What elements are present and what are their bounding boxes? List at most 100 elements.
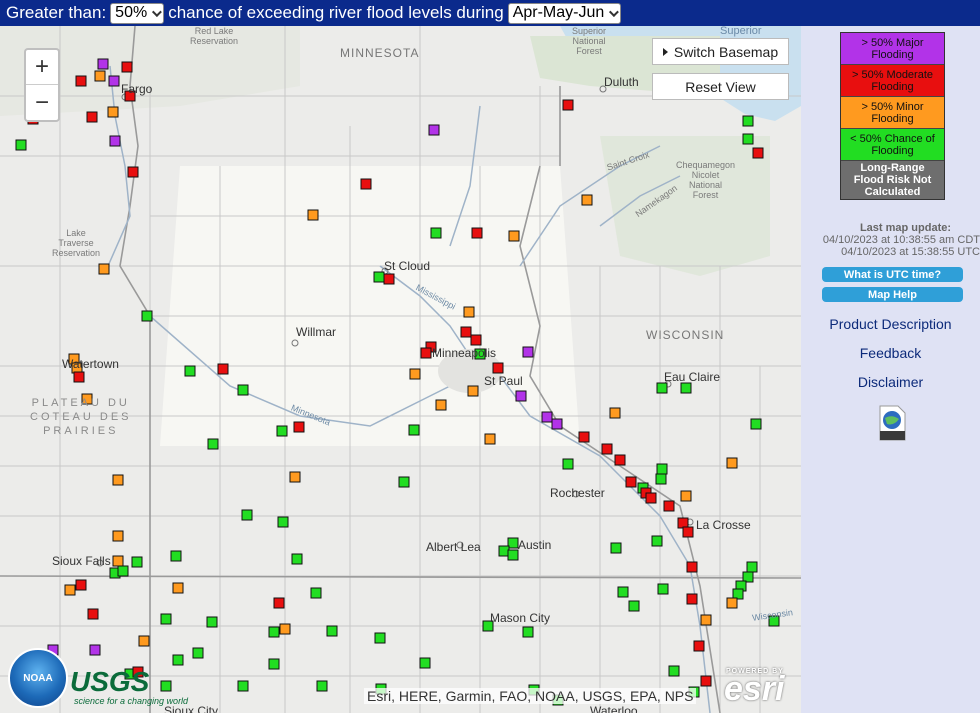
- gauge-marker-minor[interactable]: [409, 368, 421, 380]
- gauge-marker-minor[interactable]: [279, 623, 291, 635]
- gauge-marker-moderate[interactable]: [127, 166, 139, 178]
- gauge-marker-minor[interactable]: [484, 433, 496, 445]
- gauge-marker-moderate[interactable]: [663, 500, 675, 512]
- gauge-marker-low-chance[interactable]: [141, 310, 153, 322]
- gauge-marker-low-chance[interactable]: [655, 473, 667, 485]
- gauge-marker-moderate[interactable]: [73, 371, 85, 383]
- gauge-marker-major[interactable]: [515, 390, 527, 402]
- gauge-marker-low-chance[interactable]: [419, 657, 431, 669]
- gauge-marker-minor[interactable]: [680, 490, 692, 502]
- gauge-marker-low-chance[interactable]: [15, 139, 27, 151]
- gauge-marker-minor[interactable]: [463, 306, 475, 318]
- gauge-marker-minor[interactable]: [307, 209, 319, 221]
- gauge-marker-low-chance[interactable]: [277, 516, 289, 528]
- gauge-marker-low-chance[interactable]: [131, 556, 143, 568]
- gauge-marker-moderate[interactable]: [682, 526, 694, 538]
- gauge-marker-moderate[interactable]: [460, 326, 472, 338]
- gauge-marker-minor[interactable]: [112, 530, 124, 542]
- gauge-marker-major[interactable]: [89, 644, 101, 656]
- gauge-marker-low-chance[interactable]: [374, 632, 386, 644]
- gauge-marker-major[interactable]: [541, 411, 553, 423]
- gauge-marker-low-chance[interactable]: [184, 365, 196, 377]
- gauge-marker-moderate[interactable]: [752, 147, 764, 159]
- gauge-marker-low-chance[interactable]: [628, 600, 640, 612]
- gauge-marker-low-chance[interactable]: [268, 626, 280, 638]
- gauge-marker-minor[interactable]: [435, 399, 447, 411]
- gauge-marker-low-chance[interactable]: [750, 418, 762, 430]
- gauge-marker-low-chance[interactable]: [408, 424, 420, 436]
- gauge-marker-moderate[interactable]: [217, 363, 229, 375]
- gauge-marker-low-chance[interactable]: [207, 438, 219, 450]
- gauge-marker-low-chance[interactable]: [656, 463, 668, 475]
- gauge-marker-moderate[interactable]: [686, 561, 698, 573]
- gauge-marker-moderate[interactable]: [121, 61, 133, 73]
- gauge-marker-moderate[interactable]: [75, 75, 87, 87]
- reset-view-button[interactable]: Reset View: [652, 73, 789, 100]
- gauge-marker-minor[interactable]: [94, 70, 106, 82]
- gauge-marker-moderate[interactable]: [470, 334, 482, 346]
- gauge-marker-moderate[interactable]: [562, 99, 574, 111]
- map-help-button[interactable]: Map Help: [822, 287, 963, 302]
- flood-map[interactable]: MINNESOTA WISCONSIN Red Lake Reservation…: [0, 26, 801, 713]
- gauge-marker-major[interactable]: [522, 346, 534, 358]
- gauge-marker-moderate[interactable]: [360, 178, 372, 190]
- gauge-marker-minor[interactable]: [508, 230, 520, 242]
- gauge-marker-moderate[interactable]: [420, 347, 432, 359]
- gauge-marker-low-chance[interactable]: [742, 115, 754, 127]
- gauge-marker-low-chance[interactable]: [160, 613, 172, 625]
- gauge-marker-moderate[interactable]: [601, 443, 613, 455]
- gauge-marker-minor[interactable]: [98, 263, 110, 275]
- gauge-marker-major[interactable]: [109, 135, 121, 147]
- gauge-marker-low-chance[interactable]: [668, 665, 680, 677]
- gauge-marker-low-chance[interactable]: [237, 384, 249, 396]
- gauge-marker-minor[interactable]: [172, 582, 184, 594]
- gauge-marker-minor[interactable]: [64, 584, 76, 596]
- gauge-marker-minor[interactable]: [726, 457, 738, 469]
- gauge-marker-low-chance[interactable]: [617, 586, 629, 598]
- switch-basemap-button[interactable]: Switch Basemap: [652, 38, 789, 65]
- gauge-marker-moderate[interactable]: [86, 111, 98, 123]
- gauge-marker-low-chance[interactable]: [206, 616, 218, 628]
- zoom-out-button[interactable]: −: [26, 85, 58, 120]
- gauge-marker-major[interactable]: [551, 418, 563, 430]
- gauge-marker-moderate[interactable]: [700, 675, 712, 687]
- gauge-marker-minor[interactable]: [112, 474, 124, 486]
- gauge-marker-low-chance[interactable]: [310, 587, 322, 599]
- gauge-marker-major[interactable]: [108, 75, 120, 87]
- gauge-marker-low-chance[interactable]: [241, 509, 253, 521]
- feedback-link[interactable]: Feedback: [801, 345, 980, 361]
- gauge-marker-low-chance[interactable]: [656, 382, 668, 394]
- gauge-marker-low-chance[interactable]: [326, 625, 338, 637]
- gauge-marker-low-chance[interactable]: [291, 553, 303, 565]
- gauge-marker-low-chance[interactable]: [610, 542, 622, 554]
- disclaimer-link[interactable]: Disclaimer: [801, 374, 980, 390]
- gauge-marker-low-chance[interactable]: [237, 680, 249, 692]
- gauge-marker-low-chance[interactable]: [680, 382, 692, 394]
- product-description-link[interactable]: Product Description: [801, 316, 980, 332]
- gauge-marker-low-chance[interactable]: [746, 561, 758, 573]
- gauge-marker-low-chance[interactable]: [657, 583, 669, 595]
- gauge-marker-low-chance[interactable]: [276, 425, 288, 437]
- gauge-marker-low-chance[interactable]: [170, 550, 182, 562]
- gauge-marker-low-chance[interactable]: [316, 680, 328, 692]
- gauge-marker-moderate[interactable]: [87, 608, 99, 620]
- period-select[interactable]: Apr-May-Jun: [507, 2, 622, 24]
- gauge-marker-low-chance[interactable]: [373, 271, 385, 283]
- gauge-marker-minor[interactable]: [138, 635, 150, 647]
- gauge-marker-minor[interactable]: [581, 194, 593, 206]
- gauge-marker-minor[interactable]: [726, 597, 738, 609]
- gauge-marker-moderate[interactable]: [383, 273, 395, 285]
- gauge-marker-moderate[interactable]: [645, 492, 657, 504]
- gauge-marker-low-chance[interactable]: [562, 458, 574, 470]
- gauge-marker-low-chance[interactable]: [742, 133, 754, 145]
- gauge-marker-low-chance[interactable]: [268, 658, 280, 670]
- gauge-marker-moderate[interactable]: [471, 227, 483, 239]
- threshold-select[interactable]: 50%: [110, 2, 165, 24]
- gauge-marker-moderate[interactable]: [75, 579, 87, 591]
- gauge-marker-minor[interactable]: [107, 106, 119, 118]
- utc-time-button[interactable]: What is UTC time?: [822, 267, 963, 282]
- gauge-marker-low-chance[interactable]: [192, 647, 204, 659]
- gauge-marker-low-chance[interactable]: [651, 535, 663, 547]
- gauge-marker-minor[interactable]: [609, 407, 621, 419]
- gauge-marker-moderate[interactable]: [625, 476, 637, 488]
